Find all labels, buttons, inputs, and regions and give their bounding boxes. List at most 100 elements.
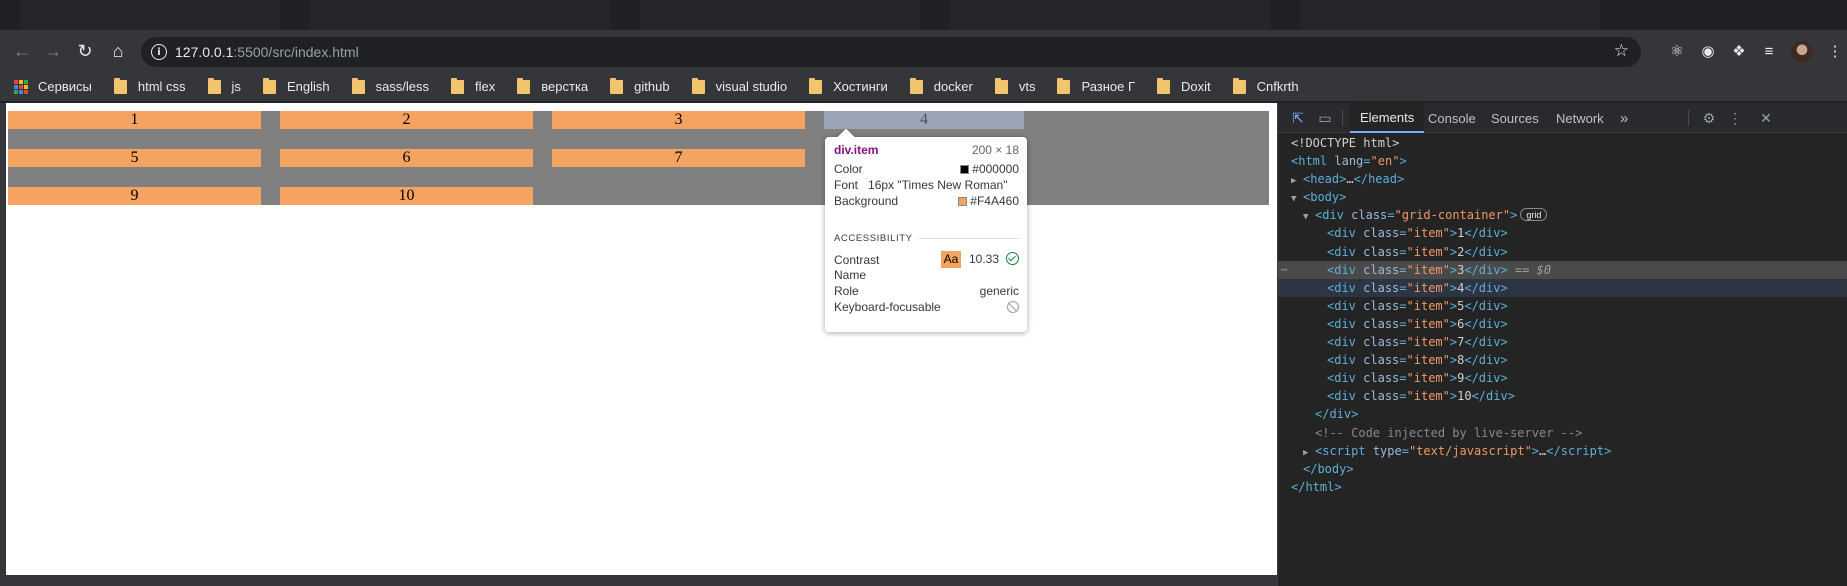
bookmark-folder[interactable]: English — [262, 77, 330, 94]
tab-elements[interactable]: Elements — [1350, 103, 1425, 133]
dom-node-script[interactable]: ▶ <script type="text/javascript">…</scrip… — [1278, 442, 1847, 460]
grid-item: 9 — [8, 187, 261, 205]
bookmark-folder[interactable]: верстка — [517, 77, 588, 94]
folder-icon — [1232, 77, 1246, 94]
grid-item: 7 — [552, 149, 805, 167]
close-devtools-icon[interactable]: ✕ — [1756, 108, 1776, 128]
folder-icon — [1157, 77, 1171, 94]
url-text[interactable]: 127.0.0.1:5500/src/index.html — [175, 44, 359, 60]
horizontal-scrollbar[interactable] — [0, 575, 1277, 586]
dom-node-item[interactable]: <div class="item">7</div> — [1278, 333, 1847, 351]
contrast-sample: Aa — [940, 251, 961, 268]
bookmark-label: English — [286, 79, 330, 94]
bookmark-folder[interactable]: visual studio — [691, 77, 788, 94]
dom-node-head[interactable]: ▶ <head>…</head> — [1278, 170, 1847, 188]
tooltip-role-value: generic — [979, 284, 1019, 298]
dom-node-item[interactable]: <div class="item">10</div> — [1278, 387, 1847, 405]
home-icon[interactable]: ⌂ — [106, 39, 130, 63]
reload-icon[interactable]: ↻ — [73, 39, 97, 63]
bookmark-folder[interactable]: flex — [451, 77, 496, 94]
dom-node-item[interactable]: <div class="item">9</div> — [1278, 369, 1847, 387]
folder-icon — [262, 77, 276, 94]
dom-node-body-close[interactable]: </body> — [1278, 460, 1847, 478]
site-info-icon[interactable]: i — [151, 44, 167, 60]
grid-item: 5 — [8, 149, 261, 167]
folder-icon — [517, 77, 531, 94]
dom-node-comment[interactable]: <!-- Code injected by live-server --> — [1278, 424, 1847, 442]
bookmark-folder[interactable]: Doxit — [1157, 77, 1211, 94]
dom-node-item-selected[interactable]: ⋯ <div class="item">3</div> == $0 — [1278, 260, 1847, 279]
bookmark-folder[interactable]: docker — [909, 77, 973, 94]
dom-node-html-close[interactable]: </html> — [1278, 478, 1847, 496]
record-extension-icon[interactable]: ◉ — [1697, 40, 1719, 62]
inspect-element-icon[interactable]: ⇱ — [1288, 108, 1308, 128]
bookmark-label: Сервисы — [38, 79, 92, 94]
tab-network[interactable]: Network — [1546, 103, 1614, 133]
devtools-panel: ⇱ ▭ Elements Console Sources Network » ⚙… — [1277, 103, 1847, 586]
folder-icon — [113, 77, 127, 94]
bookmarks-bar: Сервисы html css js English sass/less fl… — [0, 72, 1847, 102]
settings-gear-icon[interactable]: ⚙ — [1699, 108, 1719, 128]
tooltip-name-label: Name — [834, 268, 867, 282]
forward-icon[interactable]: → — [41, 39, 65, 63]
devtools-tabbar: ⇱ ▭ Elements Console Sources Network » ⚙… — [1278, 103, 1847, 133]
reading-list-icon[interactable]: ≡ — [1758, 40, 1780, 62]
tab-sources[interactable]: Sources — [1481, 103, 1549, 133]
tooltip-element-name: div.item — [834, 143, 879, 157]
bookmark-folder[interactable]: vts — [994, 77, 1036, 94]
dom-node-doctype[interactable]: <!DOCTYPE html> — [1278, 134, 1847, 152]
bookmark-star-icon[interactable]: ☆ — [1614, 41, 1629, 61]
tooltip-accessibility-heading: ACCESSIBILITY — [834, 233, 1019, 244]
tooltip-keyboard-label: Keyboard-focusable — [834, 300, 941, 314]
folder-icon — [809, 77, 823, 94]
tooltip-background-value: #F4A460 — [958, 194, 1019, 208]
grid-badge[interactable]: grid — [1520, 208, 1548, 222]
bookmark-apps[interactable]: Сервисы — [14, 79, 92, 94]
tooltip-color-value: #000000 — [960, 162, 1019, 176]
dom-node-item[interactable]: <div class="item">6</div> — [1278, 315, 1847, 333]
grid-item: 10 — [280, 187, 533, 205]
more-tabs-button[interactable]: » — [1610, 103, 1638, 133]
grid-item: 6 — [280, 149, 533, 167]
bookmark-label: visual studio — [715, 79, 788, 94]
bookmark-folder[interactable]: github — [610, 77, 670, 94]
address-bar[interactable]: i 127.0.0.1:5500/src/index.html ☆ — [141, 37, 1641, 67]
tab-console[interactable]: Console — [1418, 103, 1486, 133]
dom-node-html[interactable]: <html lang="en"> — [1278, 152, 1847, 170]
bookmark-label: js — [231, 79, 241, 94]
node-actions-icon[interactable]: ⋯ — [1281, 261, 1288, 279]
bookmark-label: vts — [1018, 79, 1036, 94]
devtools-menu-icon[interactable]: ⋮ — [1725, 108, 1745, 128]
dom-node-grid-close[interactable]: </div> — [1278, 405, 1847, 423]
bookmark-folder[interactable]: Хостинги — [809, 77, 888, 94]
bookmark-folder[interactable]: sass/less — [351, 77, 430, 94]
extensions-puzzle-icon[interactable]: ❖ — [1728, 40, 1750, 62]
dom-node-item-hovered[interactable]: <div class="item">4</div> — [1278, 278, 1847, 297]
bookmark-label: sass/less — [375, 79, 430, 94]
tooltip-contrast-value: Aa 10.33 — [940, 251, 1019, 268]
browser-menu-icon[interactable]: ⋮ — [1824, 40, 1846, 62]
bookmark-folder[interactable]: html css — [113, 77, 186, 94]
dom-node-item[interactable]: <div class="item">2</div> — [1278, 243, 1847, 261]
bookmark-folder[interactable]: Разное Г — [1057, 77, 1135, 94]
dom-node-body[interactable]: ▼ <body> — [1278, 188, 1847, 206]
color-swatch — [960, 165, 970, 174]
dom-tree: <!DOCTYPE html> <html lang="en"> ▶ <head>… — [1278, 134, 1847, 496]
folder-icon — [610, 77, 624, 94]
bookmark-label: Хостинги — [833, 79, 888, 94]
react-devtools-icon[interactable]: ⚛ — [1666, 40, 1688, 62]
device-toolbar-icon[interactable]: ▭ — [1315, 108, 1335, 128]
bookmark-folder[interactable]: js — [207, 77, 241, 94]
bookmark-label: docker — [933, 79, 973, 94]
bookmark-label: flex — [475, 79, 496, 94]
bookmark-folder[interactable]: Cnfkrth — [1232, 77, 1299, 94]
dom-node-item[interactable]: <div class="item">5</div> — [1278, 297, 1847, 315]
profile-avatar[interactable] — [1791, 41, 1813, 63]
folder-icon — [1057, 77, 1071, 94]
page-viewport: 1 2 3 4 5 6 7 9 10 — [0, 103, 1277, 575]
dom-node-item[interactable]: <div class="item">8</div> — [1278, 351, 1847, 369]
dom-node-item[interactable]: <div class="item">1</div> — [1278, 224, 1847, 242]
dom-node-grid-container[interactable]: ▼ <div class="grid-container"> grid — [1278, 206, 1847, 224]
folder-icon — [351, 77, 365, 94]
back-icon[interactable]: ← — [10, 39, 34, 63]
